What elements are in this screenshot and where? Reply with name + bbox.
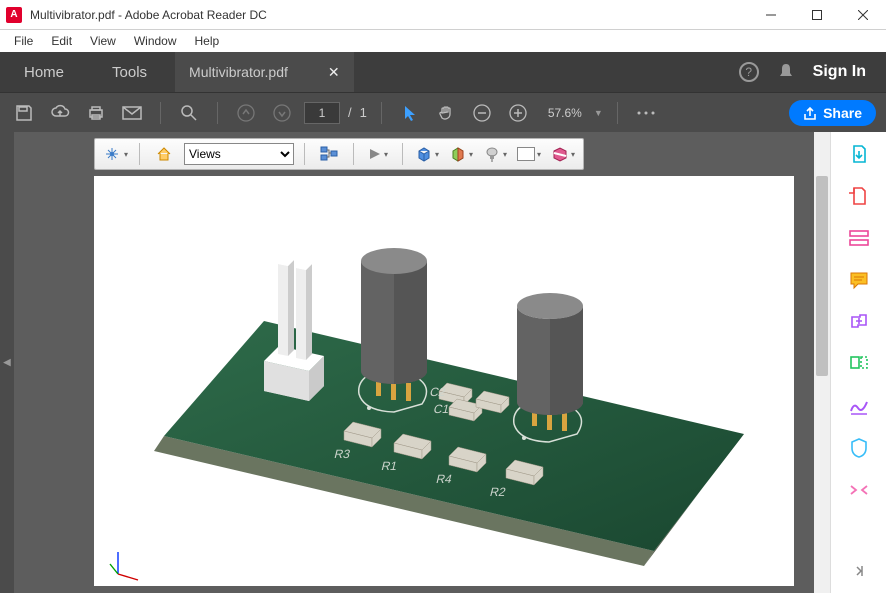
prev-page-icon[interactable] — [232, 99, 260, 127]
scrollbar-thumb[interactable] — [816, 176, 828, 376]
menubar: File Edit View Window Help — [0, 30, 886, 52]
tab-bar: Home Tools Multivibrator.pdf ✕ ? Sign In — [0, 52, 886, 92]
expand-left-icon: ▶ — [3, 357, 11, 368]
fill-sign-icon[interactable] — [847, 394, 871, 418]
hand-icon[interactable] — [432, 99, 460, 127]
sign-in-button[interactable]: Sign In — [813, 63, 866, 81]
page-total: 1 — [360, 105, 367, 120]
maximize-button[interactable] — [794, 0, 840, 30]
views-select[interactable]: Views — [184, 143, 294, 165]
menu-window[interactable]: Window — [126, 32, 185, 50]
share-button[interactable]: Share — [789, 100, 876, 126]
create-pdf-icon[interactable] — [847, 184, 871, 208]
comment-icon[interactable] — [847, 268, 871, 292]
right-tools-rail — [830, 132, 886, 593]
edit-pdf-icon[interactable] — [847, 226, 871, 250]
notifications-icon[interactable] — [777, 62, 795, 83]
menu-file[interactable]: File — [6, 32, 41, 50]
pointer-icon[interactable] — [396, 99, 424, 127]
menu-view[interactable]: View — [82, 32, 124, 50]
model-tree-icon[interactable] — [315, 141, 343, 167]
document-tab[interactable]: Multivibrator.pdf ✕ — [175, 52, 354, 92]
compress-pdf-icon[interactable] — [847, 478, 871, 502]
lighting-icon[interactable]: ▾ — [481, 141, 509, 167]
next-page-icon[interactable] — [268, 99, 296, 127]
pdf3d-toolbar: ▾ Views ▾ ▾ ▾ ▾ ▾ ▾ — [94, 138, 584, 170]
share-icon — [803, 106, 817, 120]
main-toolbar: / 1 57.6% ▼ Share — [0, 92, 886, 132]
document-tab-label: Multivibrator.pdf — [189, 64, 288, 80]
projection-icon[interactable]: ▾ — [413, 141, 441, 167]
organize-pages-icon[interactable] — [847, 352, 871, 376]
app-icon: A — [6, 7, 22, 23]
pdf-page[interactable]: C2 C1 R3 R1 R4 R2 — [94, 176, 794, 586]
minimize-button[interactable] — [748, 0, 794, 30]
home-view-icon[interactable] — [150, 141, 178, 167]
find-icon[interactable] — [175, 99, 203, 127]
combine-files-icon[interactable] — [847, 310, 871, 334]
play-animation-icon[interactable]: ▾ — [364, 141, 392, 167]
pcb-3d-render: C2 C1 R3 R1 R4 R2 — [94, 176, 794, 586]
zoom-out-icon[interactable] — [468, 99, 496, 127]
cloud-upload-icon[interactable] — [46, 99, 74, 127]
window-title: Multivibrator.pdf - Adobe Acrobat Reader… — [30, 8, 267, 22]
zoom-in-icon[interactable] — [504, 99, 532, 127]
document-viewport[interactable]: ▾ Views ▾ ▾ ▾ ▾ ▾ ▾ — [14, 132, 830, 593]
collapse-rail-icon[interactable] — [847, 559, 871, 583]
menu-edit[interactable]: Edit — [43, 32, 80, 50]
share-label: Share — [823, 105, 862, 121]
email-icon[interactable] — [118, 99, 146, 127]
nav-home[interactable]: Home — [0, 52, 88, 92]
vertical-scrollbar[interactable] — [814, 132, 830, 593]
zoom-dropdown-icon[interactable]: ▼ — [594, 108, 603, 118]
left-rail[interactable]: ▶ — [0, 132, 14, 593]
print-icon[interactable] — [82, 99, 110, 127]
rotate-3d-icon[interactable]: ▾ — [101, 141, 129, 167]
nav-tools[interactable]: Tools — [88, 52, 171, 92]
protect-icon[interactable] — [847, 436, 871, 460]
page-number-input[interactable] — [304, 102, 340, 124]
close-tab-icon[interactable]: ✕ — [328, 64, 340, 81]
content-area: ▶ ▾ Views ▾ ▾ ▾ ▾ ▾ ▾ — [0, 132, 886, 593]
background-color-icon[interactable]: ▾ — [515, 141, 543, 167]
more-tools-icon[interactable] — [632, 99, 660, 127]
render-mode-icon[interactable]: ▾ — [447, 141, 475, 167]
save-icon[interactable] — [10, 99, 38, 127]
cross-section-icon[interactable]: ▾ — [549, 141, 577, 167]
window-titlebar: A Multivibrator.pdf - Adobe Acrobat Read… — [0, 0, 886, 30]
page-separator: / — [348, 105, 352, 120]
zoom-level[interactable]: 57.6% — [540, 106, 586, 120]
export-pdf-icon[interactable] — [847, 142, 871, 166]
help-icon[interactable]: ? — [739, 62, 759, 82]
close-button[interactable] — [840, 0, 886, 30]
menu-help[interactable]: Help — [187, 32, 228, 50]
